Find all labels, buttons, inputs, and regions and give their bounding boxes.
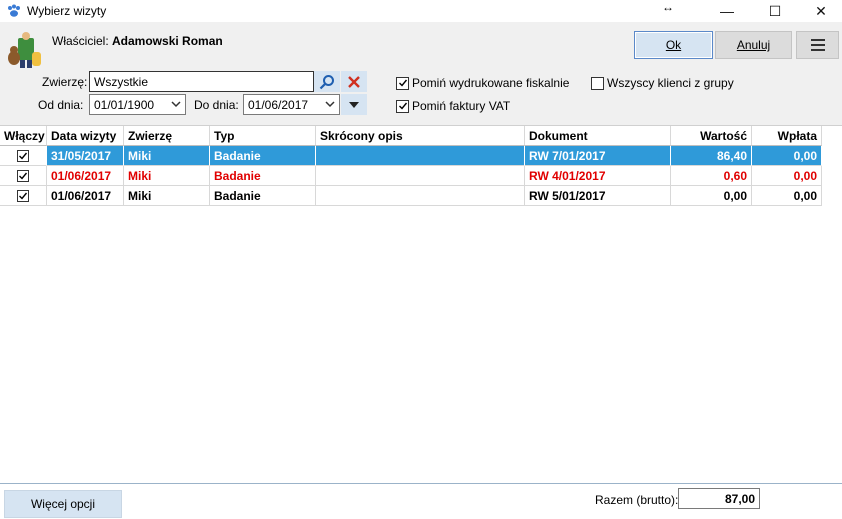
- from-date-value: 01/01/1900: [94, 98, 155, 112]
- dropdown-arrow-icon: [349, 101, 359, 108]
- minimize-button[interactable]: —: [704, 0, 750, 22]
- column-header[interactable]: Wpłata: [752, 126, 822, 146]
- column-header[interactable]: Dokument: [525, 126, 671, 146]
- description-cell: [316, 146, 525, 166]
- type-cell: Badanie: [210, 186, 316, 206]
- filter-panel: Właściciel: Adamowski Roman Ok Anuluj Zw…: [0, 22, 842, 126]
- animal-search-button[interactable]: [314, 71, 340, 92]
- checkmark-icon: [398, 79, 407, 87]
- column-header[interactable]: Zwierzę: [124, 126, 210, 146]
- search-icon: [319, 74, 334, 89]
- document-cell: RW 4/01/2017: [525, 166, 671, 186]
- description-cell: [316, 166, 525, 186]
- from-date-label: Od dnia:: [38, 98, 83, 112]
- type-cell: Badanie: [210, 146, 316, 166]
- date-cell: 01/06/2017: [47, 186, 124, 206]
- option-skip-fiscal[interactable]: Pomiń wydrukowane fiskalnie: [396, 76, 569, 90]
- animal-label: Zwierzę:: [42, 75, 88, 89]
- close-icon: [348, 75, 360, 88]
- column-header[interactable]: Typ: [210, 126, 316, 146]
- checkbox[interactable]: [17, 169, 29, 182]
- total-label: Razem (brutto):: [595, 493, 679, 507]
- animal-cell: Miki: [124, 166, 210, 186]
- from-date-field[interactable]: 01/01/1900: [89, 94, 186, 115]
- document-cell: RW 7/01/2017: [525, 146, 671, 166]
- chevron-down-icon[interactable]: [170, 98, 182, 110]
- value-cell: 86,40: [671, 146, 752, 166]
- close-button[interactable]: ✕: [798, 0, 842, 22]
- owner-with-pets-icon: [8, 32, 41, 68]
- column-header[interactable]: Wartość: [671, 126, 752, 146]
- checkmark-icon: [398, 102, 407, 110]
- animal-clear-button[interactable]: [341, 71, 367, 92]
- table-row[interactable]: 31/05/2017 Miki Badanie RW 7/01/2017 86,…: [0, 146, 822, 166]
- checkbox[interactable]: [17, 189, 29, 202]
- paid-cell: 0,00: [752, 146, 822, 166]
- owner-name: Adamowski Roman: [112, 34, 223, 48]
- date-cell: 01/06/2017: [47, 166, 124, 186]
- table-row[interactable]: 01/06/2017 Miki Badanie RW 5/01/2017 0,0…: [0, 186, 822, 206]
- column-header[interactable]: Skrócony opis: [316, 126, 525, 146]
- footer-divider: [0, 483, 842, 484]
- table-row[interactable]: 01/06/2017 Miki Badanie RW 4/01/2017 0,6…: [0, 166, 822, 186]
- checkbox[interactable]: [396, 76, 409, 90]
- option-all-group-clients[interactable]: Wszyscy klienci z grupy: [591, 76, 734, 90]
- window-title: Wybierz wizyty: [27, 4, 107, 18]
- owner-label: Właściciel:: [52, 34, 109, 48]
- type-cell: Badanie: [210, 166, 316, 186]
- value-cell: 0,60: [671, 166, 752, 186]
- animal-field[interactable]: Wszystkie: [89, 71, 314, 92]
- to-date-value: 01/06/2017: [248, 98, 309, 112]
- option-label: Pomiń faktury VAT: [412, 99, 511, 113]
- to-date-label: Do dnia:: [194, 98, 239, 112]
- include-cell[interactable]: [0, 146, 47, 166]
- cancel-label: Anuluj: [736, 38, 771, 52]
- column-header[interactable]: Włączy: [0, 126, 47, 146]
- checkbox[interactable]: [396, 99, 409, 113]
- resize-cursor-icon: ↔: [662, 0, 674, 14]
- menu-button[interactable]: [796, 31, 839, 59]
- column-header[interactable]: Data wizyty: [47, 126, 124, 146]
- paid-cell: 0,00: [752, 166, 822, 186]
- table-header: Włączy Data wizyty Zwierzę Typ Skrócony …: [0, 126, 822, 146]
- from-date-label-text: Od dnia:: [38, 98, 84, 112]
- ok-button[interactable]: Ok: [634, 31, 713, 59]
- option-skip-vat[interactable]: Pomiń faktury VAT: [396, 99, 510, 113]
- animal-cell: Miki: [124, 186, 210, 206]
- title-bar: Wybierz wizyty ↔ — ☐ ✕: [0, 0, 842, 22]
- total-value: 87,00: [678, 488, 760, 509]
- option-label: Pomiń wydrukowane fiskalnie: [412, 76, 570, 90]
- cancel-button[interactable]: Anuluj: [715, 31, 792, 59]
- include-cell[interactable]: [0, 166, 47, 186]
- checkmark-icon: [19, 192, 28, 200]
- chevron-down-icon[interactable]: [324, 98, 336, 110]
- to-date-field[interactable]: 01/06/2017: [243, 94, 340, 115]
- checkmark-icon: [19, 152, 28, 160]
- date-range-dropdown-button[interactable]: [341, 94, 367, 115]
- option-label: Wszyscy klienci z grupy: [607, 76, 734, 90]
- include-cell[interactable]: [0, 186, 47, 206]
- value-cell: 0,00: [671, 186, 752, 206]
- owner-info: Właściciel: Adamowski Roman: [52, 34, 223, 48]
- description-cell: [316, 186, 525, 206]
- ok-label: Ok: [665, 38, 682, 52]
- hamburger-icon: [810, 39, 825, 51]
- checkmark-icon: [19, 172, 28, 180]
- more-options-button[interactable]: Więcej opcji: [4, 490, 122, 518]
- checkbox[interactable]: [17, 149, 29, 162]
- paw-icon: [8, 4, 20, 17]
- animal-cell: Miki: [124, 146, 210, 166]
- document-cell: RW 5/01/2017: [525, 186, 671, 206]
- date-cell: 31/05/2017: [47, 146, 124, 166]
- checkbox[interactable]: [591, 76, 604, 90]
- paid-cell: 0,00: [752, 186, 822, 206]
- maximize-button[interactable]: ☐: [752, 0, 798, 22]
